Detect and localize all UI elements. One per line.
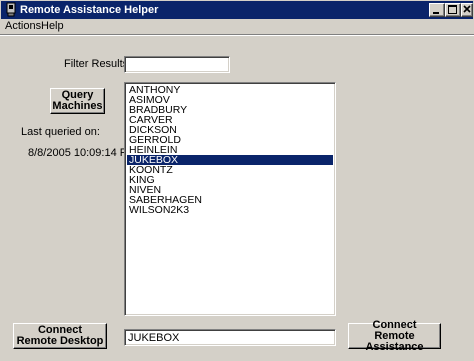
close-button[interactable] [461,3,473,17]
connect-remote-assistance-button[interactable]: Connect Remote Assistance [348,319,441,352]
menu-help[interactable]: Help [41,20,64,32]
maximize-icon [448,5,457,14]
title-bar[interactable]: Remote Assistance Helper [1,1,473,19]
connect-remote-desktop-label: Connect Remote Desktop [16,324,104,347]
menu-separator-highlight [0,35,474,36]
last-queried-value: 8/8/2005 10:09:14 PM [28,147,137,159]
list-item[interactable]: KOONTZ [127,165,333,176]
connect-remote-assistance-label: Connect Remote Assistance [365,318,424,353]
close-icon [463,5,471,13]
app-icon [6,2,16,17]
menu-bar: Actions Help [0,19,474,33]
list-item[interactable]: WILSON2K3 [127,205,333,216]
filter-label: Filter Results [64,58,129,70]
filter-field [124,56,230,73]
minimize-icon [433,12,439,14]
connect-remote-desktop-button[interactable]: Connect Remote Desktop [13,323,107,349]
filter-input[interactable] [127,58,228,71]
query-machines-button[interactable]: Query Machines [50,88,105,114]
selected-machine-field [124,329,336,346]
app-window: Remote Assistance Helper Actions Help Fi… [0,0,474,361]
maximize-button[interactable] [445,3,461,17]
last-queried-label: Last queried on: [21,126,100,138]
window-title: Remote Assistance Helper [20,4,159,16]
machines-listbox[interactable]: ANTHONY ASIMOV BRADBURY CARVER DICKSON GERROL… [124,82,336,316]
machine-list: ANTHONY ASIMOV BRADBURY CARVER DICKSON GERROL… [127,85,333,215]
query-machines-label: Query Machines [52,89,103,112]
menu-actions[interactable]: Actions [5,20,41,32]
selected-machine-input[interactable] [127,331,334,344]
minimize-button[interactable] [429,3,445,17]
